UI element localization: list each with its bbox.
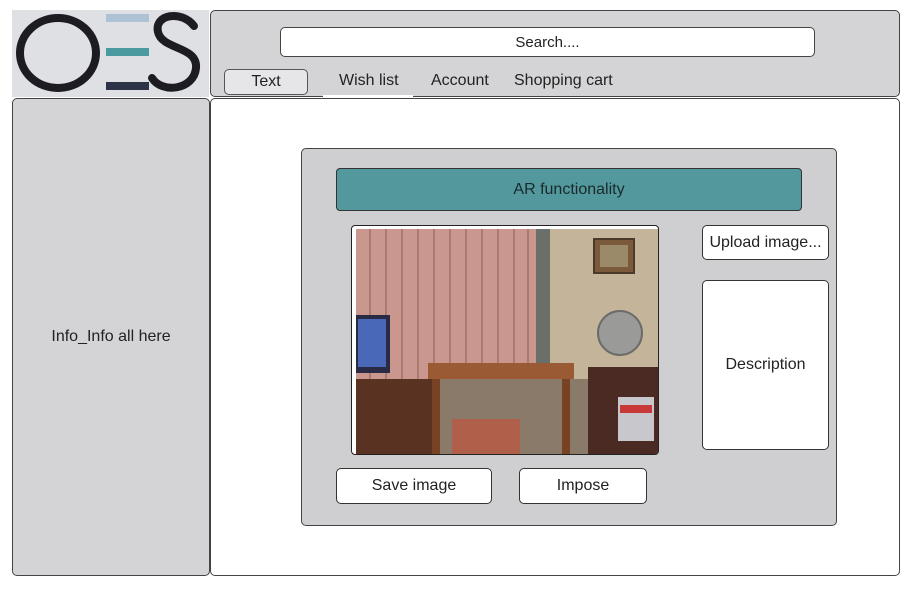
photo-tv-screen bbox=[358, 319, 386, 367]
impose-label: Impose bbox=[556, 477, 610, 494]
tab-shopping-cart[interactable]: Shopping cart bbox=[514, 72, 613, 90]
logo-letter-s bbox=[148, 12, 200, 92]
upload-image-button[interactable]: Upload image... bbox=[702, 225, 829, 260]
logo-bar-top bbox=[106, 14, 149, 22]
tab-text[interactable]: Text bbox=[224, 69, 308, 95]
search-placeholder: Search.... bbox=[515, 33, 580, 51]
description-box: Description bbox=[702, 280, 829, 450]
photo-tv-cabinet bbox=[356, 379, 436, 454]
logo-graphic bbox=[16, 12, 200, 92]
photo-fan bbox=[597, 310, 643, 356]
tab-divider bbox=[323, 95, 413, 97]
impose-button[interactable]: Impose bbox=[519, 468, 647, 504]
sidebar-info-text: Info_Info all here bbox=[51, 328, 171, 345]
description-label: Description bbox=[725, 356, 806, 373]
photo-table-top bbox=[428, 363, 574, 379]
tab-text-label: Text bbox=[251, 73, 281, 90]
search-input[interactable]: Search.... bbox=[280, 27, 815, 57]
ar-title-bar: AR functionality bbox=[336, 168, 802, 211]
logo bbox=[12, 10, 209, 97]
photo-bag-stripe bbox=[620, 405, 652, 413]
ar-title: AR functionality bbox=[513, 180, 625, 198]
tab-account[interactable]: Account bbox=[431, 72, 489, 90]
logo-bar-bottom bbox=[106, 82, 149, 90]
save-image-button[interactable]: Save image bbox=[336, 468, 492, 504]
photo-chair bbox=[452, 419, 520, 454]
photo-table-leg-right bbox=[562, 379, 570, 454]
room-photo bbox=[356, 229, 658, 454]
tab-wish-list[interactable]: Wish list bbox=[339, 72, 399, 90]
save-image-label: Save image bbox=[371, 477, 457, 494]
photo-picture-inner bbox=[600, 245, 628, 267]
photo-table-leg-left bbox=[432, 379, 440, 454]
upload-image-label: Upload image... bbox=[709, 233, 822, 251]
sidebar: Info_Info all here bbox=[12, 98, 210, 576]
photo-bag bbox=[618, 397, 654, 441]
logo-letter-o bbox=[16, 14, 100, 92]
logo-bar-middle bbox=[106, 48, 149, 56]
ar-image-frame[interactable] bbox=[351, 225, 659, 455]
photo-window-edge bbox=[536, 229, 550, 369]
